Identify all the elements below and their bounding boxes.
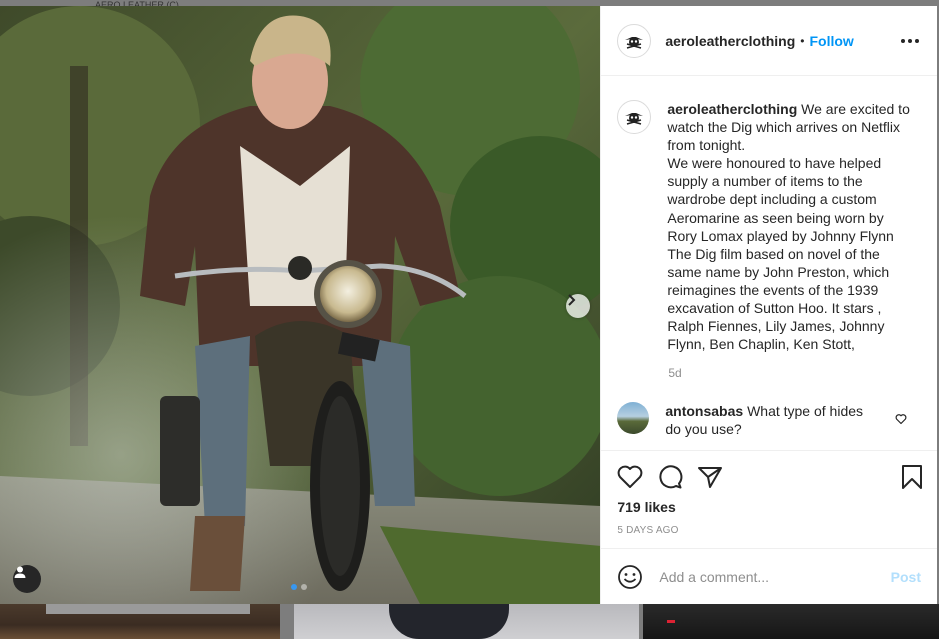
caption-text: aeroleatherclothing We are excited to wa… bbox=[667, 100, 911, 353]
caption-username[interactable]: aeroleatherclothing bbox=[667, 101, 797, 117]
bookmark-button[interactable] bbox=[901, 464, 923, 490]
caption-line: supply a number of items to the bbox=[667, 173, 863, 190]
caption-line: We were honoured to have helped bbox=[667, 155, 882, 172]
heart-icon bbox=[617, 465, 643, 488]
caption-line: reimagines the events of the 1939 bbox=[667, 281, 879, 298]
caption-line: same name by John Preston, which bbox=[667, 263, 890, 280]
caption-line: from tonight. bbox=[667, 137, 746, 154]
post-comment-button[interactable]: Post bbox=[891, 569, 921, 585]
comment-line: What type of hides bbox=[747, 403, 864, 420]
grid-thumbnail[interactable] bbox=[294, 604, 639, 639]
comment-line: do you use? bbox=[665, 421, 742, 438]
skull-logo-icon bbox=[625, 36, 644, 49]
post-date[interactable]: 5 DAYS AGO bbox=[617, 525, 923, 536]
caption-line: Rory Lomax played by Johnny Flynn bbox=[667, 227, 894, 244]
caption-line: excavation of Sutton Hoo. It stars , bbox=[667, 300, 882, 317]
caption-line: wardrobe dept including a custom bbox=[667, 191, 877, 208]
post-photo[interactable] bbox=[0, 6, 601, 604]
comment-button[interactable] bbox=[657, 464, 683, 490]
comments-area: aeroleatherclothing We are excited to wa… bbox=[601, 76, 937, 450]
like-button[interactable] bbox=[617, 465, 643, 489]
likes-count[interactable]: 719 likes bbox=[617, 499, 923, 515]
user-tag-icon bbox=[14, 566, 26, 578]
caption-line: Aeromarine as seen being worn by bbox=[667, 209, 884, 226]
grid-thumbnail[interactable] bbox=[0, 604, 280, 639]
comment-input[interactable] bbox=[657, 567, 891, 586]
like-comment-button[interactable] bbox=[895, 412, 907, 430]
carousel-dot bbox=[291, 584, 297, 590]
comment-username[interactable]: antonsabas bbox=[665, 403, 743, 419]
tagged-users-button[interactable] bbox=[13, 565, 41, 593]
add-comment-bar: Post bbox=[601, 548, 937, 604]
caption-line: Flynn, Ben Chaplin, Ken Stott, bbox=[667, 336, 855, 353]
heart-icon bbox=[895, 414, 907, 425]
skull-logo-icon bbox=[625, 113, 644, 125]
follow-button[interactable]: Follow bbox=[809, 33, 853, 49]
screen: AERO LEATHER (C) aeroleatherclothing • F… bbox=[0, 0, 939, 639]
caption-line: We are excited to bbox=[801, 101, 910, 117]
comment-item: antonsabas What type of hides do you use… bbox=[617, 402, 921, 438]
username-link[interactable]: aeroleatherclothing bbox=[665, 33, 795, 49]
carousel-dot bbox=[301, 584, 307, 590]
emoji-button[interactable] bbox=[617, 564, 643, 590]
grid-thumbnail[interactable] bbox=[643, 604, 939, 639]
next-slide-button[interactable] bbox=[566, 294, 590, 318]
caption-timestamp[interactable]: 5d bbox=[668, 366, 921, 380]
more-options-button[interactable] bbox=[899, 33, 921, 49]
caption-line: The Dig film based on novel of the bbox=[667, 245, 880, 262]
caption: aeroleatherclothing We are excited to wa… bbox=[617, 100, 921, 353]
post-header: aeroleatherclothing • Follow bbox=[601, 6, 937, 76]
emoji-icon bbox=[618, 564, 643, 589]
action-bar: 719 likes 5 DAYS AGO bbox=[601, 450, 937, 548]
avatar[interactable] bbox=[617, 23, 652, 58]
share-icon bbox=[698, 467, 723, 488]
comment-text: antonsabas What type of hides do you use… bbox=[665, 402, 875, 438]
separator-dot: • bbox=[800, 33, 805, 48]
caption-line: Ralph Fiennes, Lily James, Johnny bbox=[667, 318, 885, 335]
post-modal: aeroleatherclothing • Follow aeroleather… bbox=[0, 6, 937, 604]
bookmark-icon bbox=[902, 465, 922, 489]
avatar[interactable] bbox=[617, 402, 650, 435]
motorcycle-rider-image bbox=[0, 6, 601, 604]
comment-icon bbox=[659, 465, 683, 489]
caption-line: watch the Dig which arrives on Netflix bbox=[667, 119, 901, 136]
action-icons bbox=[617, 461, 923, 493]
carousel-indicator bbox=[291, 584, 307, 590]
more-icon bbox=[901, 38, 905, 43]
chevron-right-icon bbox=[568, 294, 576, 306]
share-button[interactable] bbox=[697, 465, 723, 489]
avatar[interactable] bbox=[617, 100, 652, 134]
post-side-panel: aeroleatherclothing • Follow aeroleather… bbox=[600, 6, 937, 604]
